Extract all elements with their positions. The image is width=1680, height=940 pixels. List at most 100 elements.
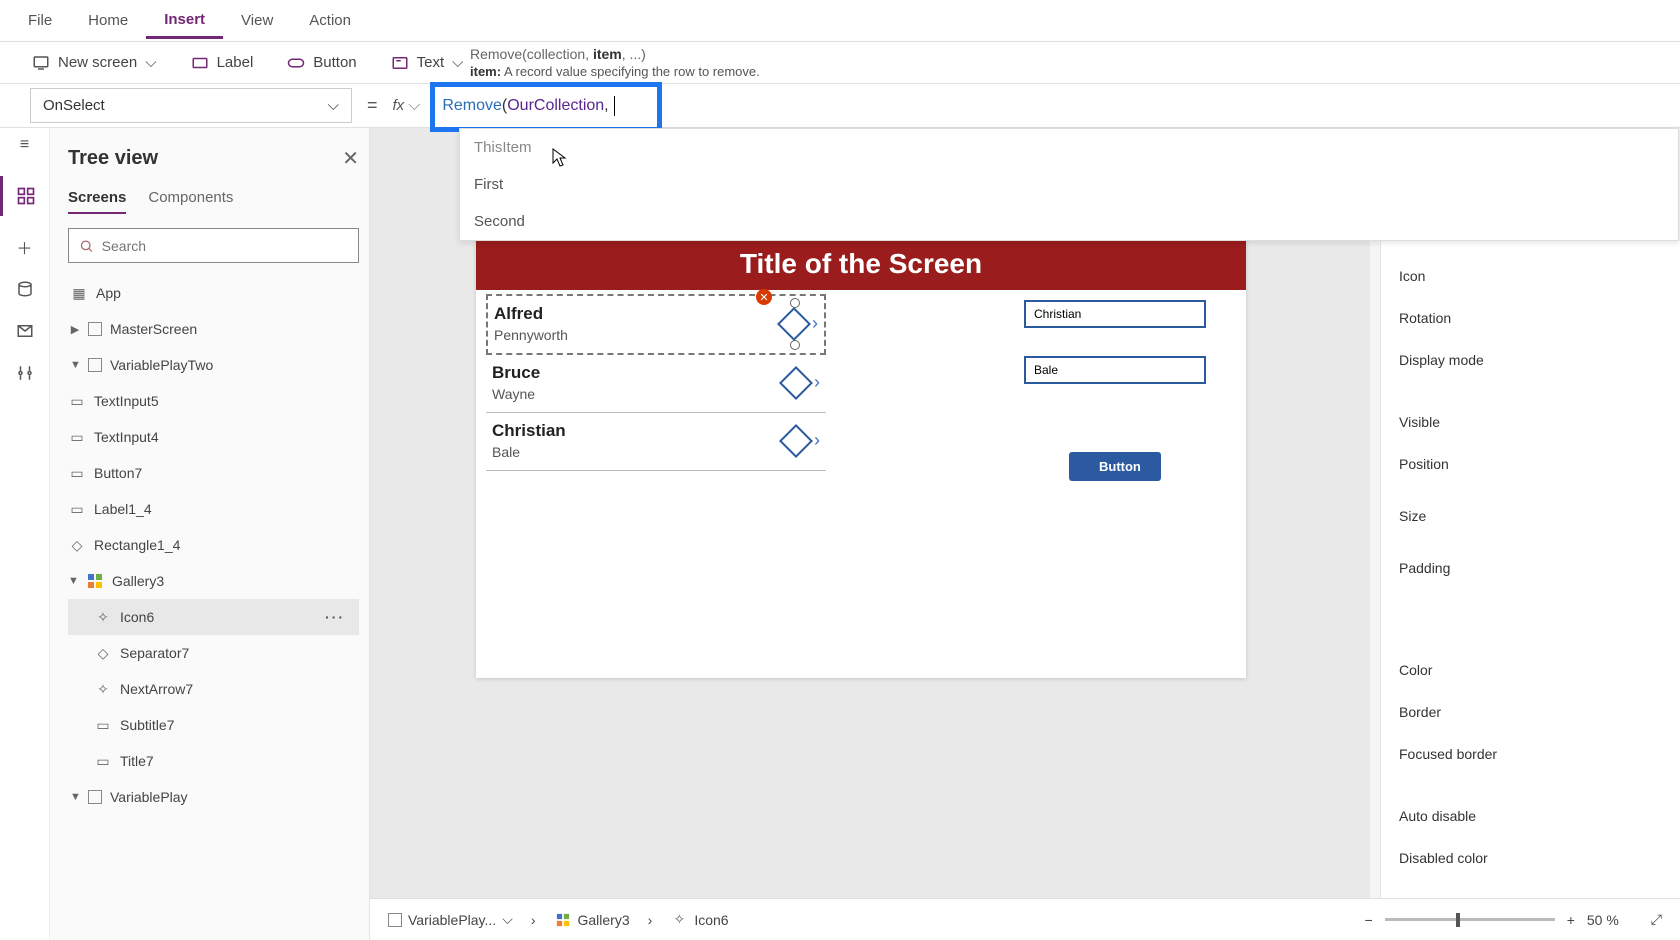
- tree-view-icon[interactable]: [0, 176, 49, 216]
- breadcrumb-screen[interactable]: VariablePlay... ⌵: [388, 911, 513, 928]
- button-icon: [287, 54, 305, 72]
- breadcrumb-gallery[interactable]: Gallery3: [554, 912, 630, 928]
- gallery-item[interactable]: Christian Bale ›: [486, 413, 826, 471]
- node-variableplay[interactable]: ▼ VariablePlay: [68, 779, 359, 815]
- search-box[interactable]: [68, 228, 359, 263]
- gallery-icon: [554, 912, 572, 928]
- chevron-right-icon[interactable]: ›: [814, 372, 820, 393]
- gallery-item[interactable]: Bruce Wayne ›: [486, 355, 826, 413]
- node-gallery3[interactable]: ▼ Gallery3: [68, 563, 359, 599]
- node-variableplaytwo[interactable]: ▼ VariablePlayTwo: [68, 347, 359, 383]
- tab-screens[interactable]: Screens: [68, 189, 126, 214]
- tools-icon[interactable]: [14, 362, 36, 384]
- prop-color[interactable]: Color: [1399, 652, 1680, 694]
- chevron-right-icon[interactable]: ▶: [70, 323, 80, 336]
- prop-size[interactable]: Size: [1399, 498, 1680, 540]
- sig-post: , ...): [622, 46, 646, 62]
- tab-components[interactable]: Components: [148, 189, 233, 214]
- arrow-icon: ✧: [94, 681, 112, 697]
- node-app[interactable]: ▦ App: [68, 275, 359, 311]
- chevron-right-icon[interactable]: ›: [814, 430, 820, 451]
- text-input-1[interactable]: [1024, 300, 1206, 328]
- node-icon6[interactable]: ✧ Icon6 ···: [68, 599, 359, 635]
- checkbox[interactable]: [88, 790, 102, 804]
- gallery-item[interactable]: ✕ Alfred Pennyworth ›: [486, 294, 826, 355]
- checkbox[interactable]: [88, 358, 102, 372]
- gallery[interactable]: ✕ Alfred Pennyworth › B: [476, 290, 836, 471]
- search-input[interactable]: [102, 238, 348, 254]
- prop-visible[interactable]: Visible: [1399, 404, 1680, 446]
- param-name: item:: [470, 64, 501, 79]
- ellipsis-icon[interactable]: ···: [325, 609, 345, 625]
- menu-home[interactable]: Home: [70, 4, 146, 37]
- chevron-down-icon: ⌵: [145, 54, 156, 71]
- prop-disabled-color[interactable]: Disabled color: [1399, 840, 1680, 882]
- checkbox[interactable]: [88, 322, 102, 336]
- menu-action[interactable]: Action: [291, 4, 369, 37]
- node-rectangle1-4[interactable]: ◇ Rectangle1_4: [68, 527, 359, 563]
- plus-icon[interactable]: ＋: [14, 236, 36, 258]
- prop-focused-border[interactable]: Focused border: [1399, 736, 1680, 778]
- text-label: Text: [417, 54, 445, 71]
- zoom-out-icon[interactable]: −: [1365, 912, 1373, 928]
- canvas-button[interactable]: Button: [1069, 452, 1161, 481]
- prop-position[interactable]: Position: [1399, 446, 1680, 488]
- node-sep-label: Separator7: [120, 645, 189, 661]
- chevron-down-icon[interactable]: ▼: [70, 359, 80, 371]
- sig-bold: item: [593, 46, 622, 62]
- intellisense-thisitem[interactable]: ThisItem: [460, 129, 1678, 166]
- prop-border[interactable]: Border: [1399, 694, 1680, 736]
- screen-preview[interactable]: Title of the Screen ✕ Alfred Pennyworth …: [476, 238, 1246, 678]
- node-textinput5[interactable]: ▭ TextInput5: [68, 383, 359, 419]
- formula-input-wrap: Remove(OurCollection,: [430, 84, 1680, 128]
- close-icon[interactable]: ✕: [342, 146, 359, 171]
- screen-thumb-icon: [388, 913, 402, 927]
- breadcrumb-sep: ›: [648, 912, 653, 928]
- menu-view[interactable]: View: [223, 4, 291, 37]
- formula-bar: OnSelect ⌵ = fx ⌵ Remove(OurCollection,: [0, 84, 1680, 128]
- prop-icon[interactable]: Icon: [1399, 258, 1680, 300]
- prop-auto-disable[interactable]: Auto disable: [1399, 798, 1680, 840]
- intellisense-first[interactable]: First: [460, 166, 1678, 203]
- new-screen-button[interactable]: New screen ⌵: [24, 50, 165, 76]
- prop-display-mode[interactable]: Display mode: [1399, 342, 1680, 384]
- diamond-icon[interactable]: [779, 424, 813, 458]
- label-button[interactable]: Label: [183, 50, 262, 76]
- chevron-down-icon[interactable]: ▼: [68, 575, 78, 587]
- zoom-slider[interactable]: [1385, 918, 1555, 921]
- param-desc: A record value specifying the row to rem…: [501, 64, 760, 79]
- equals-sign: =: [367, 95, 378, 116]
- intellisense-second[interactable]: Second: [460, 203, 1678, 240]
- menu-file[interactable]: File: [10, 4, 70, 37]
- node-separator7[interactable]: ◇ Separator7: [68, 635, 359, 671]
- node-nextarrow7[interactable]: ✧ NextArrow7: [68, 671, 359, 707]
- formula-input[interactable]: Remove(OurCollection,: [430, 96, 614, 116]
- zoom-in-icon[interactable]: +: [1567, 912, 1575, 928]
- node-textinput4[interactable]: ▭ TextInput4: [68, 419, 359, 455]
- media-icon[interactable]: [14, 320, 36, 342]
- zoom-thumb[interactable]: [1456, 913, 1460, 927]
- diamond-icon[interactable]: [779, 366, 813, 400]
- fit-screen-icon[interactable]: ⤢: [1651, 911, 1662, 928]
- property-selector[interactable]: OnSelect ⌵: [30, 88, 352, 123]
- breadcrumb-icon6[interactable]: ✧ Icon6: [670, 912, 728, 928]
- text-input-2[interactable]: [1024, 356, 1206, 384]
- node-subtitle7[interactable]: ▭ Subtitle7: [68, 707, 359, 743]
- node-label1-4[interactable]: ▭ Label1_4: [68, 491, 359, 527]
- data-icon[interactable]: [14, 278, 36, 300]
- hamburger-icon[interactable]: ≡: [14, 134, 36, 156]
- gallery-surname: Pennyworth: [494, 327, 568, 343]
- chevron-down-icon[interactable]: ▼: [70, 791, 80, 803]
- node-button7[interactable]: ▭ Button7: [68, 455, 359, 491]
- fx-dropdown-icon[interactable]: ⌵: [408, 97, 420, 115]
- node-master-screen[interactable]: ▶ MasterScreen: [68, 311, 359, 347]
- menu-insert[interactable]: Insert: [146, 3, 223, 39]
- node-title7[interactable]: ▭ Title7: [68, 743, 359, 779]
- left-rail: ≡ ＋: [0, 128, 50, 940]
- crumb2-label: Gallery3: [578, 912, 630, 928]
- prop-rotation[interactable]: Rotation: [1399, 300, 1680, 342]
- prop-padding[interactable]: Padding: [1399, 550, 1680, 592]
- button-button[interactable]: Button: [279, 50, 364, 76]
- text-button[interactable]: Text ⌵: [383, 50, 472, 76]
- node-ti4-label: TextInput4: [94, 429, 159, 445]
